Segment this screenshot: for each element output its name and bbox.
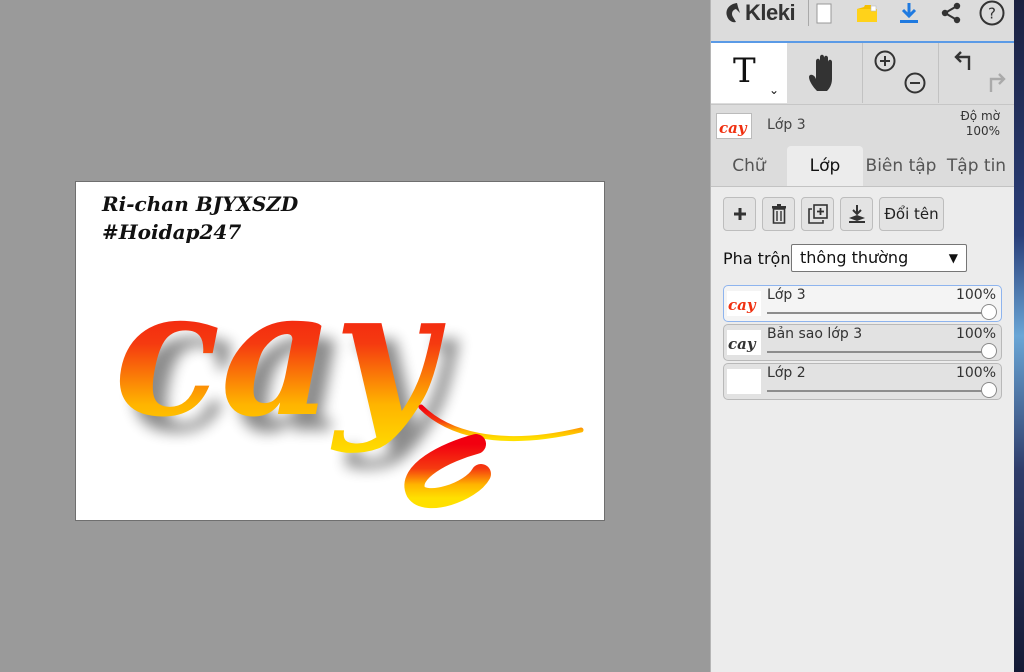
top-toolbar: Kleki ? [711,0,1014,40]
layer-name: Lớp 3 [767,287,806,303]
svg-text:cay: cay [728,335,757,353]
canvas-area[interactable]: cay cay Ri-chan BJYXSZD #Hoidap247 [0,0,710,672]
caption-line-2: #Hoidap247 [102,220,242,244]
layer-thumbnail: cay [727,330,761,355]
opacity-label: Độ mờ [960,109,1001,123]
tab-edit[interactable]: Biên tập [863,146,939,186]
caption-line-1: Ri-chan BJYXSZD [102,192,299,216]
rename-layer-button[interactable]: Đổi tên [879,197,944,231]
svg-text:cay: cay [719,119,748,137]
canvas-caption: Ri-chan BJYXSZD #Hoidap247 [102,190,298,246]
history-controls [939,43,1014,103]
help-icon: ? [979,0,1005,26]
tool-row: T ⌄ [711,41,1014,103]
undo-icon[interactable] [953,49,977,73]
chevron-down-icon: ▼ [948,251,958,265]
chevron-down-icon[interactable]: ⌄ [769,83,779,97]
tab-layers[interactable]: Lớp [787,146,863,186]
plus-icon [733,208,746,220]
layer-name: Bản sao lớp 3 [767,326,863,342]
blend-mode-value: thông thường [800,248,909,267]
layer-thumbnail [727,369,761,394]
app-logo[interactable]: Kleki [723,0,796,26]
opacity-slider-knob[interactable] [981,304,997,320]
kleki-logo-icon [726,3,740,23]
svg-text:cay: cay [728,296,757,314]
window-edge-background [1014,0,1024,672]
blend-mode-label: Pha trộn [723,249,791,268]
tab-file[interactable]: Tập tin [939,146,1014,186]
text-tool-icon: T [733,51,756,91]
opacity-value: 100% [965,124,1000,138]
opacity-slider-track[interactable] [767,312,989,314]
add-layer-button[interactable] [723,197,756,231]
panel-tabs: Chữ Lớp Biên tập Tập tin [711,146,1014,187]
zoom-controls [863,43,939,103]
current-layer-thumbnail: cay [716,113,752,139]
current-layer-name: Lớp 3 [767,117,806,133]
layers-pane: Đổi tên Pha trộn thông thường ▼ cay Lớp … [711,187,1014,672]
duplicate-icon [807,204,828,224]
merge-down-icon [848,205,865,223]
text-tool-button[interactable]: T ⌄ [711,43,787,103]
toolbar-divider [808,0,809,26]
side-panel: Kleki ? T ⌄ cay Lớp 3 Độ mờ 100% Chữ Lớp… [710,0,1014,672]
layer-opacity: 100% [955,326,996,342]
opacity-slider-track[interactable] [767,351,989,353]
layer-opacity: 100% [955,287,996,303]
new-file-icon [816,3,832,23]
hand-tool-button[interactable] [787,43,863,103]
layer-item[interactable]: Lớp 2 100% [723,363,1002,400]
save-download-button[interactable] [895,0,923,26]
share-icon [941,2,961,24]
help-button[interactable]: ? [977,0,1007,26]
layer-thumbnail: cay [727,291,761,316]
merge-down-button[interactable] [840,197,873,231]
app-name: Kleki [745,0,796,25]
art-word: cay [114,251,446,456]
svg-text:?: ? [988,5,996,23]
zoom-in-icon[interactable] [873,49,897,73]
layer-item[interactable]: cay Lớp 3 100% [723,285,1002,322]
download-icon [900,3,918,23]
drawing-canvas[interactable]: cay cay Ri-chan BJYXSZD #Hoidap247 [75,181,605,521]
zoom-out-icon[interactable] [903,71,927,95]
folder-icon [857,5,877,22]
current-layer-info: cay Lớp 3 Độ mờ 100% [711,104,1014,147]
layer-opacity: 100% [955,365,996,381]
trash-icon [771,204,786,224]
blend-mode-select[interactable]: thông thường ▼ [791,244,967,272]
opacity-slider-knob[interactable] [981,382,997,398]
delete-layer-button[interactable] [762,197,795,231]
layer-name: Lớp 2 [767,365,806,381]
redo-icon[interactable] [983,71,1007,95]
share-button[interactable] [937,0,965,26]
new-file-button[interactable] [813,0,835,26]
opacity-slider-track[interactable] [767,390,989,392]
open-file-button[interactable] [853,0,881,26]
layer-item[interactable]: cay Bản sao lớp 3 100% [723,324,1002,361]
opacity-slider-knob[interactable] [981,343,997,359]
hand-icon [809,54,832,91]
layer-opacity-readout: Độ mờ 100% [961,109,1001,139]
duplicate-layer-button[interactable] [801,197,834,231]
tab-text[interactable]: Chữ [711,146,787,186]
